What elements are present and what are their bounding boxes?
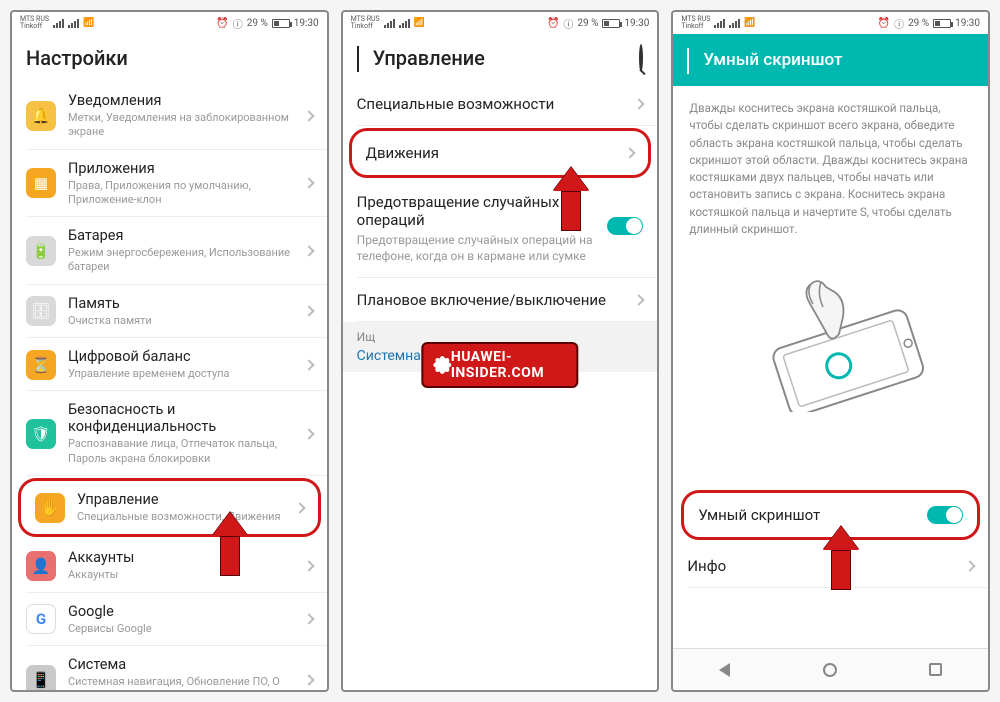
- row-icon: G: [26, 604, 56, 634]
- chevron-right-icon: [303, 560, 314, 571]
- header: Управление: [343, 34, 658, 82]
- huawei-logo-icon: [433, 356, 447, 374]
- search-button[interactable]: [639, 46, 643, 70]
- back-button[interactable]: [357, 46, 359, 70]
- row-icon: ✋: [35, 493, 65, 523]
- screen-settings: MTS RUS Tinkoff ⏰ ⓘ 29 % 19:30 Настройки…: [10, 10, 329, 692]
- chevron-right-icon: [303, 359, 314, 370]
- status-bar: MTS RUS Tinkoff ⏰ⓘ 29 % 19:30: [343, 12, 658, 34]
- screen-smart-screenshot: MTS RUS Tinkoff ⏰ⓘ 29 % 19:30 Умный скри…: [671, 10, 990, 692]
- chevron-right-icon: [634, 98, 645, 109]
- settings-row-батарея[interactable]: 🔋БатареяРежим энергосбережения, Использо…: [12, 217, 327, 285]
- row-icon: 🗄: [26, 296, 56, 326]
- annotation-arrow-icon: [553, 167, 589, 231]
- header: Умный скриншот: [673, 34, 988, 86]
- chevron-right-icon: [303, 674, 314, 685]
- chevron-right-icon: [303, 178, 314, 189]
- settings-row-система[interactable]: 📱СистемаСистемная навигация, Обновление …: [12, 646, 327, 690]
- search-icon: [639, 44, 643, 72]
- chevron-right-icon: [294, 502, 305, 513]
- settings-row-аккаунты[interactable]: 👤АккаунтыАккаунты: [12, 539, 327, 592]
- toggle-smart-screenshot[interactable]: [927, 506, 963, 524]
- row-accessibility[interactable]: Специальные возможности: [343, 82, 658, 126]
- row-icon: ⏳: [26, 350, 56, 380]
- toggle-prevent[interactable]: [607, 217, 643, 235]
- row-icon: 👤: [26, 551, 56, 581]
- chevron-right-icon: [303, 245, 314, 256]
- settings-row-google[interactable]: GGoogleСервисы Google: [12, 593, 327, 646]
- signal-icon: [68, 19, 79, 28]
- status-bar: MTS RUS Tinkoff ⏰ⓘ 29 % 19:30: [673, 12, 988, 34]
- row-icon: 📱: [26, 665, 56, 690]
- clock: 19:30: [294, 18, 319, 29]
- watermark-badge: HUAWEI-INSIDER.COM: [421, 342, 578, 388]
- screen-control: MTS RUS Tinkoff ⏰ⓘ 29 % 19:30 Управление…: [341, 10, 660, 692]
- settings-row-безопасность-и-конфиденциальность[interactable]: 🛡Безопасность и конфиденциальностьРаспоз…: [12, 391, 327, 476]
- page-title: Настройки: [12, 34, 327, 82]
- chevron-right-icon: [964, 560, 975, 571]
- annotation-arrow-icon: [212, 512, 248, 576]
- navigation-bar: [673, 648, 988, 690]
- knuckle-gesture-illustration: [673, 252, 988, 452]
- page-title: Умный скриншот: [703, 50, 974, 70]
- chevron-right-icon: [625, 147, 636, 158]
- chevron-right-icon: [634, 295, 645, 306]
- settings-row-цифровой-баланс[interactable]: ⏳Цифровой балансУправление временем дост…: [12, 338, 327, 391]
- row-gestures[interactable]: Движения: [349, 128, 652, 178]
- row-scheduled-power[interactable]: Плановое включение/выключение: [343, 278, 658, 322]
- nav-back-button[interactable]: [719, 663, 730, 677]
- arrow-left-icon: [687, 48, 689, 74]
- row-prevent-misoperation[interactable]: Предотвращение случайных операций Предот…: [343, 180, 658, 278]
- wifi-icon: [83, 18, 94, 28]
- signal-icon: [53, 19, 64, 28]
- battery-icon: [272, 19, 290, 28]
- nfc-icon: ⓘ: [233, 16, 243, 31]
- chevron-right-icon: [303, 614, 314, 625]
- chevron-right-icon: [303, 110, 314, 121]
- annotation-arrow-icon: [823, 526, 859, 590]
- row-icon: 🔋: [26, 236, 56, 266]
- alarm-icon: ⏰: [216, 18, 228, 29]
- arrow-left-icon: [357, 46, 359, 72]
- back-button[interactable]: [687, 48, 689, 72]
- chevron-right-icon: [303, 306, 314, 317]
- page-title: Управление: [373, 46, 640, 70]
- nav-recent-button[interactable]: [929, 663, 942, 676]
- status-bar: MTS RUS Tinkoff ⏰ ⓘ 29 % 19:30: [12, 12, 327, 34]
- nav-home-button[interactable]: [823, 663, 837, 677]
- row-icon: 🛡: [26, 419, 56, 449]
- description-text: Дважды коснитесь экрана костяшкой пальца…: [673, 86, 988, 252]
- settings-row-управление[interactable]: ✋УправлениеСпециальные возможности, Движ…: [18, 478, 321, 537]
- settings-row-память[interactable]: 🗄ПамятьОчистка памяти: [12, 285, 327, 338]
- row-icon: 🔔: [26, 101, 56, 131]
- settings-row-уведомления[interactable]: 🔔УведомленияМетки, Уведомления на заблок…: [12, 82, 327, 150]
- row-icon: ▦: [26, 168, 56, 198]
- chevron-right-icon: [303, 428, 314, 439]
- settings-row-приложения[interactable]: ▦ПриложенияПрава, Приложения по умолчани…: [12, 150, 327, 218]
- battery-percent: 29 %: [247, 18, 268, 29]
